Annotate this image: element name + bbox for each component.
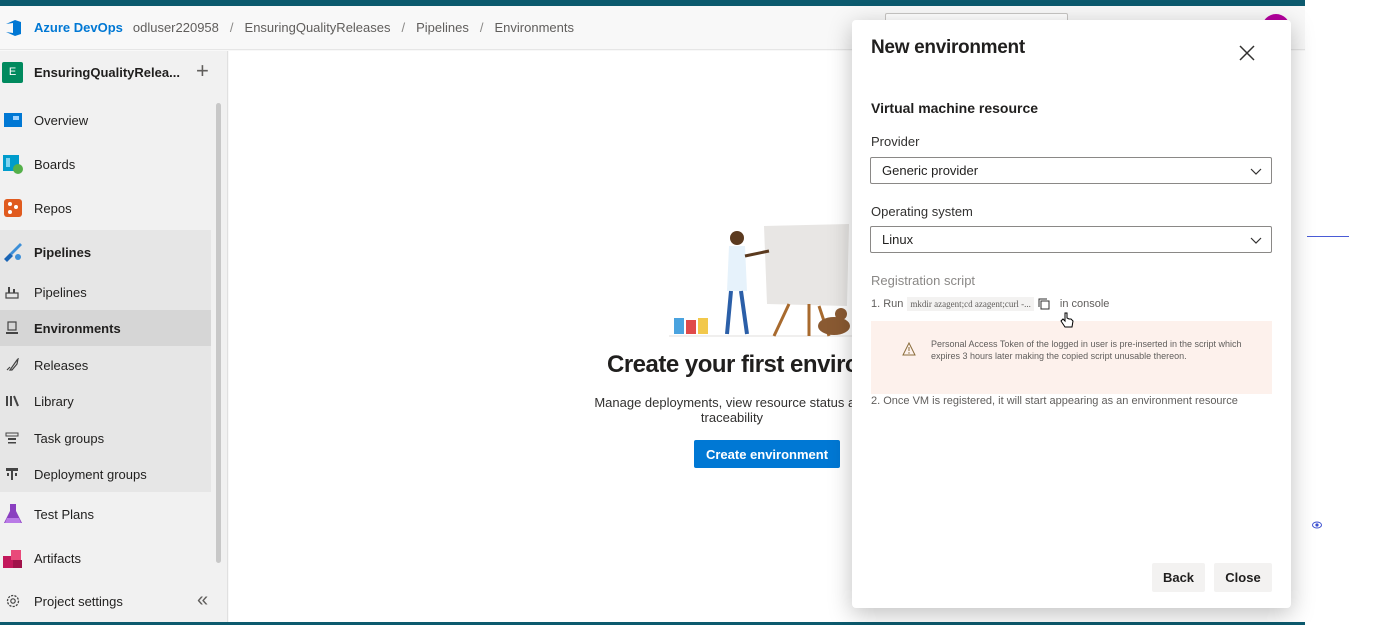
sidebar-item-label: Boards	[34, 156, 76, 172]
section-heading: Virtual machine resource	[871, 100, 1039, 116]
sidebar-item-artifacts[interactable]: Artifacts	[0, 540, 211, 576]
pipelines-icon	[2, 241, 24, 263]
sidebar-item-pipelines[interactable]: Pipelines	[0, 234, 211, 270]
dialog-title: New environment	[871, 37, 1025, 58]
breadcrumb-separator: /	[479, 20, 484, 35]
breadcrumb-environments[interactable]: Environments	[495, 20, 574, 35]
sidebar-item-repos[interactable]: Repos	[0, 190, 211, 226]
sidebar-item-label: Pipelines	[34, 284, 87, 300]
releases-icon	[4, 357, 20, 373]
sidebar-item-label: Library	[34, 393, 74, 409]
project-settings-label: Project settings	[34, 593, 123, 609]
step-1-prefix: 1. Run	[871, 298, 904, 310]
repos-icon	[2, 197, 24, 219]
boards-icon	[2, 153, 24, 175]
sidebar: E EnsuringQualityRelea... + Overview Boa…	[0, 51, 228, 625]
sidebar-scrollbar[interactable]	[216, 103, 221, 563]
sidebar-item-library[interactable]: Library	[0, 383, 211, 419]
sidebar-item-label: Pipelines	[34, 244, 92, 260]
breadcrumb-project[interactable]: EnsuringQualityReleases	[245, 20, 391, 35]
eye-icon[interactable]	[1312, 517, 1322, 529]
provider-label: Provider	[871, 134, 920, 149]
os-value: Linux	[882, 232, 914, 247]
os-label: Operating system	[871, 204, 973, 219]
registration-script-label: Registration script	[871, 273, 976, 288]
deployment-groups-icon	[4, 466, 20, 482]
close-button[interactable]: Close	[1214, 563, 1272, 592]
gear-icon	[5, 593, 21, 609]
breadcrumb-separator: /	[229, 20, 234, 35]
chevron-down-icon	[1249, 164, 1263, 178]
empty-state-description: Manage deployments, view resource status…	[594, 395, 870, 425]
os-dropdown[interactable]: Linux	[870, 226, 1272, 253]
project-name[interactable]: EnsuringQualityRelea...	[34, 65, 180, 80]
project-settings[interactable]: Project settings «	[0, 585, 228, 617]
artifacts-icon	[2, 547, 24, 569]
environments-icon	[4, 320, 20, 336]
brand-link[interactable]: Azure DevOps	[34, 20, 123, 35]
sidebar-item-label: Deployment groups	[34, 466, 147, 482]
task-groups-icon	[4, 430, 20, 446]
warning-text: Personal Access Token of the logged in u…	[931, 339, 1242, 361]
provider-value: Generic provider	[882, 163, 979, 178]
step-1: 1. Run mkdir azagent;cd azagent;curl -..…	[871, 297, 1109, 311]
pipelines-sub-icon	[4, 284, 20, 300]
script-snippet: mkdir azagent;cd azagent;curl -...	[907, 297, 1034, 311]
blue-divider	[1307, 236, 1349, 237]
step-1-suffix: in console	[1059, 298, 1110, 310]
sidebar-item-label: Task groups	[34, 430, 105, 446]
overview-icon	[2, 109, 24, 131]
sidebar-item-environments[interactable]: Environments	[0, 310, 211, 346]
add-icon[interactable]: +	[196, 59, 209, 83]
sidebar-item-label: Artifacts	[34, 550, 81, 566]
sidebar-item-task-groups[interactable]: Task groups	[0, 420, 211, 456]
hand-cursor-icon	[1060, 312, 1074, 330]
warning-banner: Personal Access Token of the logged in u…	[871, 321, 1272, 394]
sidebar-item-overview[interactable]: Overview	[0, 102, 211, 138]
breadcrumb-org[interactable]: odluser220958	[133, 20, 219, 35]
step-2: 2. Once VM is registered, it will start …	[871, 395, 1238, 407]
chevron-down-icon	[1249, 233, 1263, 247]
sidebar-item-boards[interactable]: Boards	[0, 146, 211, 182]
sidebar-item-releases[interactable]: Releases	[0, 347, 211, 383]
right-pane	[1305, 0, 1381, 625]
library-icon	[4, 393, 20, 409]
project-badge: E	[2, 61, 23, 83]
sidebar-item-label: Test Plans	[34, 506, 94, 522]
azure-devops-logo-icon[interactable]	[4, 18, 24, 38]
warning-icon	[902, 341, 916, 356]
sidebar-item-label: Overview	[34, 112, 89, 128]
provider-dropdown[interactable]: Generic provider	[870, 157, 1272, 184]
breadcrumb-separator: /	[401, 20, 406, 35]
test-plans-icon	[2, 503, 24, 525]
sidebar-item-label: Releases	[34, 357, 89, 373]
sidebar-item-test-plans[interactable]: Test Plans	[0, 496, 211, 532]
collapse-sidebar-icon[interactable]: «	[197, 585, 208, 615]
create-environment-button[interactable]: Create environment	[694, 440, 840, 468]
sidebar-item-deployment-groups[interactable]: Deployment groups	[0, 456, 211, 492]
sidebar-item-label: Repos	[34, 200, 72, 216]
project-selector[interactable]: E EnsuringQualityRelea... +	[0, 59, 228, 85]
back-button[interactable]: Back	[1152, 563, 1205, 592]
close-icon[interactable]	[1236, 42, 1258, 64]
sidebar-item-label: Environments	[34, 320, 121, 336]
copy-icon[interactable]	[1038, 298, 1050, 310]
breadcrumb-pipelines[interactable]: Pipelines	[416, 20, 469, 35]
sidebar-item-pipelines-sub[interactable]: Pipelines	[0, 274, 211, 310]
